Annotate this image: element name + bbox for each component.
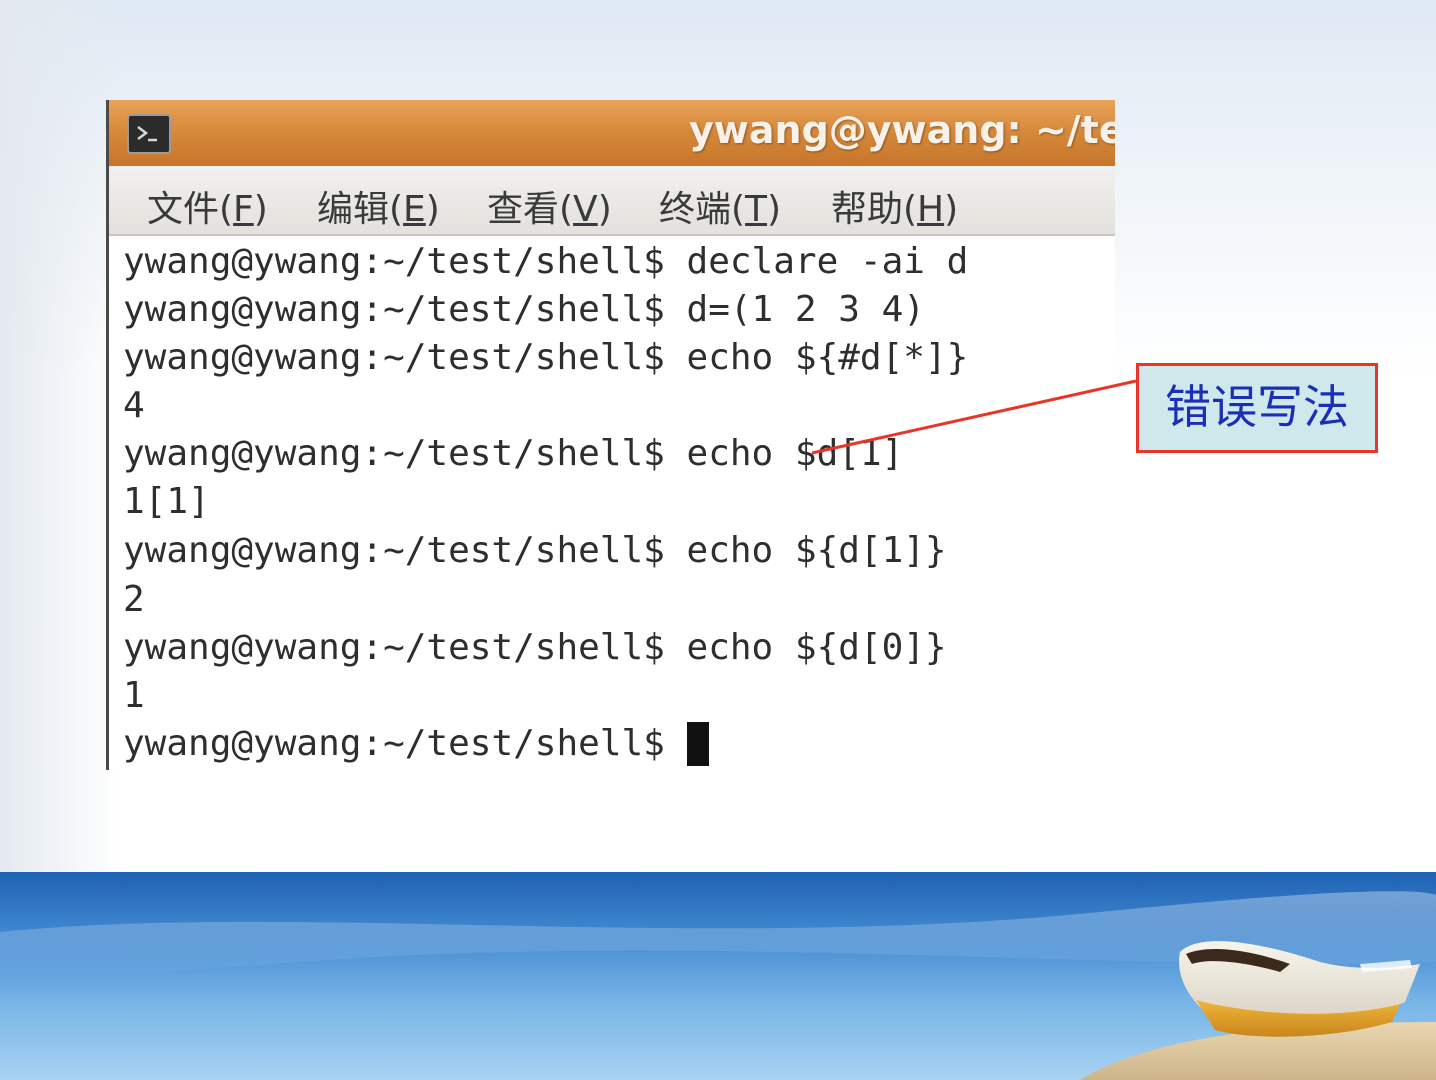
callout-text: 错误写法	[1165, 380, 1349, 434]
error-callout: 错误写法	[1136, 363, 1378, 453]
boat-icon	[0, 891, 1436, 1080]
slide-footer-decoration	[0, 872, 1436, 1080]
